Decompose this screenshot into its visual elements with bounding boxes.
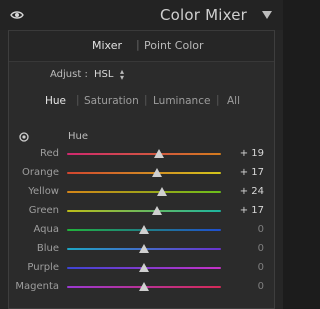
mode-separator: | [136, 38, 140, 51]
slider-row-blue: Blue 0 [9, 240, 274, 259]
slider-label: Yellow [28, 186, 59, 197]
tab-separator: | [76, 94, 80, 106]
tab-all[interactable]: All [227, 95, 240, 107]
slider-thumb[interactable] [139, 282, 149, 291]
slider-thumb[interactable] [153, 149, 164, 158]
slider-row-yellow: Yellow + 24 [9, 183, 274, 202]
slider-row-aqua: Aqua 0 [9, 221, 274, 240]
slider-row-magenta: Magenta 0 [9, 278, 274, 297]
tab-separator: | [216, 94, 220, 106]
tab-separator: | [144, 94, 148, 106]
slider-label: Purple [27, 262, 59, 273]
tab-luminance[interactable]: Luminance [153, 95, 210, 107]
mixer-frame: Mixer | Point Color Adjust : HSL ▴ ▾ Hue … [8, 30, 275, 309]
section-label: Hue [68, 131, 89, 142]
slider-track[interactable] [67, 153, 221, 155]
slider-value[interactable]: 0 [258, 224, 264, 235]
mode-tabs: Mixer | Point Color [9, 31, 274, 62]
slider-thumb[interactable] [139, 244, 149, 253]
slider-label: Magenta [15, 281, 59, 292]
slider-thumb[interactable] [139, 225, 149, 234]
slider-row-orange: Orange + 17 [9, 164, 274, 183]
color-mixer-panel: Color Mixer Mixer | Point Color Adjust :… [0, 0, 283, 309]
slider-track[interactable] [67, 191, 221, 193]
tab-mixer[interactable]: Mixer [92, 39, 122, 52]
tab-saturation[interactable]: Saturation [84, 95, 139, 107]
slider-thumb[interactable] [152, 168, 163, 177]
slider-track[interactable] [67, 210, 221, 212]
slider-value[interactable]: 0 [258, 262, 264, 273]
slider-track[interactable] [67, 172, 221, 174]
slider-value[interactable]: + 19 [240, 148, 264, 159]
slider-value[interactable]: + 17 [240, 167, 264, 178]
slider-value[interactable]: 0 [258, 281, 264, 292]
slider-thumb[interactable] [152, 206, 163, 215]
slider-row-red: Red + 19 [9, 145, 274, 164]
updown-arrows-icon[interactable]: ▴ ▾ [120, 68, 124, 82]
slider-value[interactable]: 0 [258, 243, 264, 254]
panel-title: Color Mixer [159, 6, 247, 24]
adjust-select[interactable]: HSL [94, 69, 113, 80]
slider-label: Orange [22, 167, 59, 178]
slider-thumb[interactable] [139, 263, 149, 272]
tab-point-color[interactable]: Point Color [144, 39, 204, 52]
slider-value[interactable]: + 24 [240, 186, 264, 197]
slider-value[interactable]: + 17 [240, 205, 264, 216]
slider-row-green: Green + 17 [9, 202, 274, 221]
tab-hue[interactable]: Hue [45, 95, 66, 107]
slider-label: Green [28, 205, 59, 216]
adjust-label: Adjust : [50, 69, 88, 80]
target-adjustment-icon[interactable] [19, 132, 29, 142]
triangle-down-icon[interactable] [262, 11, 272, 19]
slider-label: Aqua [33, 224, 59, 235]
slider-label: Blue [36, 243, 59, 254]
slider-label: Red [40, 148, 59, 159]
eye-icon[interactable] [10, 10, 24, 20]
panel-header[interactable]: Color Mixer [0, 0, 283, 30]
slider-row-purple: Purple 0 [9, 259, 274, 278]
slider-thumb[interactable] [157, 187, 168, 196]
